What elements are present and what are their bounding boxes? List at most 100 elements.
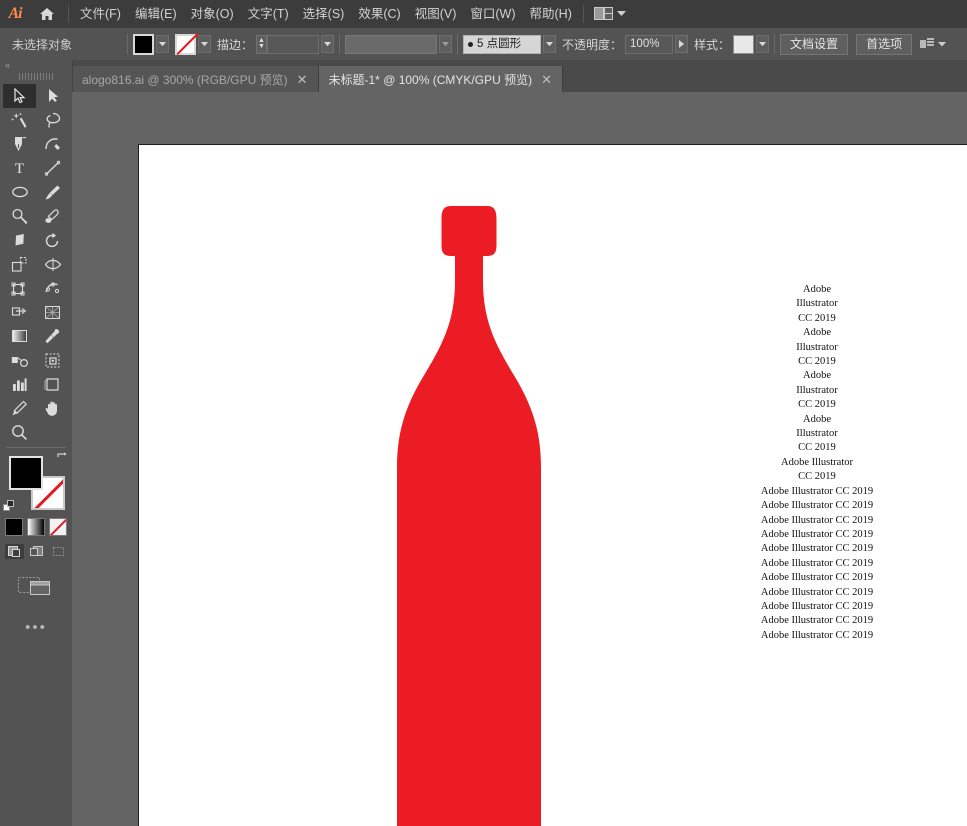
free-transform-tool[interactable]	[3, 276, 36, 300]
symbol-sprayer-tool[interactable]	[36, 348, 69, 372]
brush-definition-input[interactable]: 5 点圆形	[463, 35, 541, 54]
more-chevron-down-icon	[938, 42, 946, 47]
text-line: Adobe Illustrator CC 2019	[753, 528, 881, 542]
color-mode-none[interactable]	[49, 518, 67, 536]
control-divider-4	[774, 34, 775, 54]
tool-empty-slot	[36, 420, 69, 444]
brush-definition-chevron-down-icon[interactable]	[543, 35, 556, 53]
fill-stroke-controls	[3, 452, 69, 514]
home-icon[interactable]	[30, 0, 64, 28]
artboard[interactable]: Adobe Illustrator CC 2019 Adobe Illustra…	[138, 144, 967, 826]
menu-item-view[interactable]: 视图(V)	[408, 0, 464, 28]
style-chevron-down-icon[interactable]	[756, 35, 769, 53]
line-segment-tool[interactable]	[36, 156, 69, 180]
rotate-tool[interactable]	[36, 228, 69, 252]
type-tool[interactable]: T	[3, 156, 36, 180]
stroke-dropdown-chevron-down-icon[interactable]	[198, 35, 211, 53]
variable-width-profile-input[interactable]	[345, 35, 437, 54]
control-bar-more-options[interactable]	[920, 38, 946, 50]
menu-item-object[interactable]: 对象(O)	[184, 0, 241, 28]
gradient-tool[interactable]	[3, 324, 36, 348]
menu-item-help[interactable]: 帮助(H)	[523, 0, 579, 28]
document-tab-1[interactable]: alogo816.ai @ 300% (RGB/GPU 预览) ✕	[72, 66, 319, 92]
default-fill-stroke-icon[interactable]	[3, 500, 17, 514]
width-tool[interactable]	[36, 252, 69, 276]
text-line: Adobe Illustrator CC 2019	[753, 571, 881, 585]
control-bar: 未选择对象 描边： ▲▼ 5 点圆形 不透明度： 100% 样式： 文档设置 首…	[0, 28, 967, 61]
stroke-weight-stepper[interactable]: ▲▼	[256, 35, 267, 54]
fill-dropdown-chevron-down-icon[interactable]	[156, 35, 169, 53]
eraser-tool[interactable]	[3, 228, 36, 252]
menu-item-file[interactable]: 文件(F)	[73, 0, 128, 28]
curvature-tool[interactable]	[36, 132, 69, 156]
eyedropper-tool[interactable]	[36, 324, 69, 348]
draw-inside-mode[interactable]	[49, 544, 68, 559]
paintbrush-tool[interactable]	[36, 180, 69, 204]
fill-color-swatch[interactable]	[133, 34, 154, 55]
ellipse-tool[interactable]	[3, 180, 36, 204]
width-profile-chevron-down-icon[interactable]	[439, 35, 452, 53]
draw-normal-mode[interactable]	[5, 544, 24, 559]
stroke-weight-chevron-down-icon[interactable]	[321, 35, 334, 53]
swap-fill-stroke-icon[interactable]	[55, 452, 69, 466]
blob-brush-tool[interactable]	[36, 204, 69, 228]
shaper-pencil-tool[interactable]	[3, 204, 36, 228]
artboard-tool[interactable]	[36, 372, 69, 396]
pen-tool[interactable]	[3, 132, 36, 156]
menu-item-select[interactable]: 选择(S)	[296, 0, 352, 28]
text-line: Adobe	[753, 413, 881, 427]
menu-item-edit[interactable]: 编辑(E)	[128, 0, 184, 28]
document-tab-2[interactable]: 未标题-1* @ 100% (CMYK/GPU 预览) ✕	[319, 66, 563, 92]
opacity-input[interactable]: 100%	[625, 35, 673, 54]
text-line: Adobe	[753, 326, 881, 340]
close-icon[interactable]: ✕	[297, 73, 308, 86]
text-line: Illustrator	[753, 297, 881, 311]
color-mode-gradient[interactable]	[27, 518, 45, 536]
document-tab-2-title: 未标题-1* @ 100% (CMYK/GPU 预览)	[329, 71, 533, 88]
stroke-color-swatch[interactable]	[175, 34, 196, 55]
text-line: Adobe Illustrator CC 2019	[753, 614, 881, 628]
hand-tool[interactable]	[36, 396, 69, 420]
perspective-grid-tool[interactable]	[36, 300, 69, 324]
opacity-flyout-icon[interactable]	[675, 35, 688, 53]
wine-bottle-silhouette[interactable]	[395, 205, 543, 826]
document-setup-button[interactable]: 文档设置	[780, 34, 848, 55]
color-mode-color[interactable]	[5, 518, 23, 536]
artwork-text-block[interactable]: Adobe Illustrator CC 2019 Adobe Illustra…	[753, 283, 881, 643]
blend-tool[interactable]	[3, 348, 36, 372]
direct-selection-tool[interactable]	[36, 84, 69, 108]
document-tab-bar: alogo816.ai @ 300% (RGB/GPU 预览) ✕ 未标题-1*…	[72, 60, 967, 92]
magic-wand-tool[interactable]	[3, 108, 36, 132]
tools-panel: «	[0, 60, 73, 826]
selection-tool[interactable]	[3, 84, 36, 108]
menu-item-window[interactable]: 窗口(W)	[463, 0, 522, 28]
text-line: Illustrator	[753, 384, 881, 398]
puppet-warp-tool[interactable]	[36, 276, 69, 300]
zoom-tool[interactable]	[3, 420, 36, 444]
menu-item-type[interactable]: 文字(T)	[241, 0, 296, 28]
text-line: Adobe Illustrator CC 2019	[753, 586, 881, 600]
document-tab-1-title: alogo816.ai @ 300% (RGB/GPU 预览)	[82, 71, 288, 88]
text-line: Adobe Illustrator CC 2019	[753, 485, 881, 499]
scale-tool[interactable]	[3, 252, 36, 276]
canvas-area[interactable]: Adobe Illustrator CC 2019 Adobe Illustra…	[72, 92, 967, 826]
close-icon[interactable]: ✕	[541, 73, 552, 86]
selection-status: 未选择对象	[0, 36, 122, 53]
slice-tool[interactable]	[3, 396, 36, 420]
control-divider-2	[339, 34, 340, 54]
edit-toolbar-button[interactable]: •••	[0, 619, 72, 636]
preferences-button[interactable]: 首选项	[856, 34, 912, 55]
stroke-weight-input[interactable]	[267, 35, 319, 54]
column-graph-tool[interactable]	[3, 372, 36, 396]
screen-mode-button[interactable]	[0, 573, 72, 599]
menu-item-effect[interactable]: 效果(C)	[351, 0, 407, 28]
shape-builder-tool[interactable]	[3, 300, 36, 324]
arrange-documents-icon	[594, 7, 613, 21]
fill-swatch[interactable]	[9, 456, 43, 490]
workspace-switcher[interactable]	[588, 0, 632, 28]
draw-behind-mode[interactable]	[27, 544, 46, 559]
toolbar-collapse-icon[interactable]: «	[0, 60, 72, 70]
toolbar-drag-grip[interactable]	[0, 70, 72, 82]
lasso-tool[interactable]	[36, 108, 69, 132]
graphic-style-swatch[interactable]	[733, 35, 754, 54]
